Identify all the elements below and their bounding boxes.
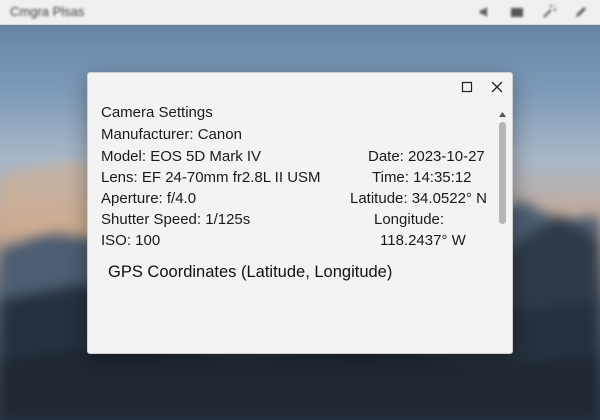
iso-field: ISO: 100 xyxy=(101,232,161,249)
aperture-field: Aperture: f/4.0 xyxy=(101,190,197,207)
manufacturer-field: Manufacturer: Canon xyxy=(101,126,242,143)
scrollbar-thumb[interactable] xyxy=(499,122,506,224)
section-title: Camera Settings xyxy=(101,104,213,121)
camera-settings-dialog: Camera Settings Manufacturer: Canon Mode… xyxy=(87,72,513,354)
time-field: Time: 14:35:12 xyxy=(372,169,472,186)
close-icon xyxy=(491,81,503,93)
longitude-label: Longitude: xyxy=(374,211,445,228)
longitude-value: 118.2437° W xyxy=(380,232,466,249)
shutter-speed-field: Shutter Speed: 1/125s xyxy=(101,211,251,228)
model-field: Model: EOS 5D Mark IV xyxy=(101,148,262,165)
wrench-icon[interactable] xyxy=(542,3,558,19)
gps-coordinates-heading: GPS Coordinates (Latitude, Longitude) xyxy=(108,263,393,281)
date-field: Date: 2023-10-27 xyxy=(368,148,485,165)
speaker-icon[interactable] xyxy=(478,5,492,19)
scroll-up-arrow-icon[interactable] xyxy=(498,111,507,118)
app-title: Cmgra Plsas xyxy=(10,4,85,19)
close-button[interactable] xyxy=(486,77,508,97)
folder-icon[interactable] xyxy=(510,5,524,19)
maximize-icon xyxy=(461,81,473,93)
maximize-button[interactable] xyxy=(456,77,478,97)
app-top-bar: Cmgra Plsas xyxy=(0,0,600,25)
edit-icon[interactable] xyxy=(574,5,588,19)
latitude-field: Latitude: 34.0522° N xyxy=(350,190,487,207)
lens-field: Lens: EF 24-70mm fr2.8L II USM xyxy=(101,169,321,186)
